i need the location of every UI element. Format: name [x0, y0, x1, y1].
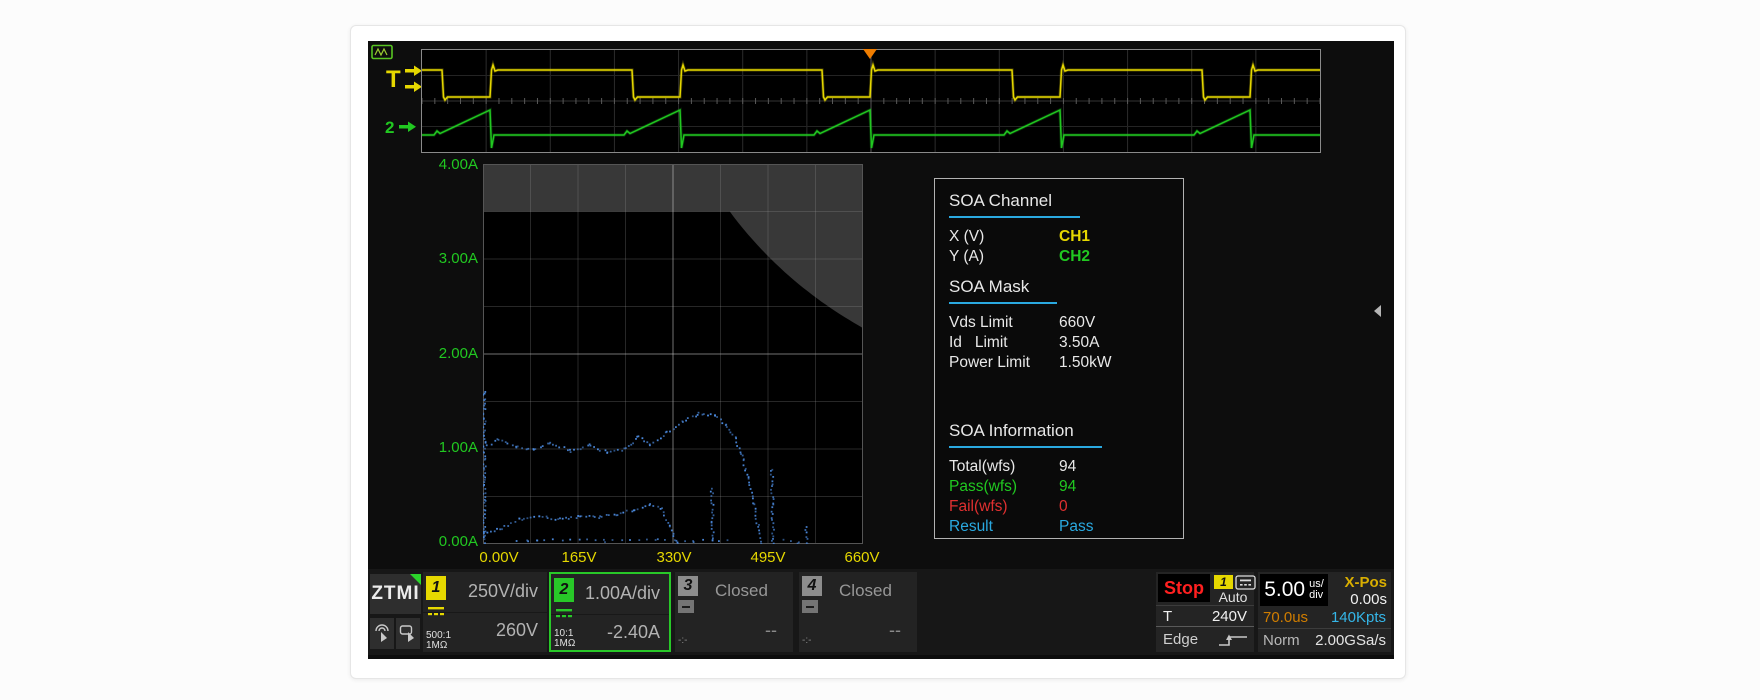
soa-row-pass: Pass(wfs)94	[949, 477, 1169, 497]
channel-4-state: Closed	[823, 581, 908, 601]
channel-3-probe: -:-	[678, 636, 687, 646]
soa-row-id-limit: Id Limit3.50A	[949, 333, 1169, 353]
soa-x-tick-0v: 0.00V	[479, 549, 518, 566]
xpos-label: X-Pos	[1344, 574, 1387, 591]
soa-row-fail: Fail(wfs)0	[949, 497, 1169, 517]
side-panel-expand-icon[interactable]	[1374, 305, 1381, 317]
channel-1-probe: 500:11MΩ	[426, 631, 451, 651]
logo-corner-badge	[410, 574, 421, 585]
sample-rate: 2.00GSa/s	[1315, 630, 1386, 651]
channel-1-status[interactable]: 1 250V/div 260V 500:11MΩ	[423, 572, 547, 652]
channel-3-status[interactable]: 3 Closed -- -:-	[675, 572, 793, 652]
oscilloscope-screen: T 2 4.00A 3.00A 2.00A 1.00A 0.00A 0.00V …	[368, 41, 1394, 659]
screenshot-card: T 2 4.00A 3.00A 2.00A 1.00A 0.00A 0.00V …	[350, 25, 1406, 679]
soa-information-section: SOA Information Total(wfs)94 Pass(wfs)94…	[949, 421, 1169, 537]
trigger-type-row: Edge	[1156, 629, 1254, 651]
channel-2-badge: 2	[554, 578, 574, 602]
soa-row-result: ResultPass	[949, 517, 1169, 537]
channel-4-probe: -:-	[802, 636, 811, 646]
soa-y-tick-4a: 4.00A	[406, 156, 478, 173]
soa-row-vds-limit: Vds Limit660V	[949, 313, 1169, 333]
waveform-preview-plot	[422, 50, 1320, 152]
rising-edge-icon	[1217, 632, 1249, 648]
touch-mode-button[interactable]	[370, 618, 394, 649]
channel-4-offset: --	[823, 620, 901, 641]
trigger-level-indicator[interactable]: T	[385, 63, 425, 97]
trigger-label: T	[386, 66, 401, 93]
soa-x-tick-660v: 660V	[844, 549, 879, 566]
channel-2-offset: -2.40A	[575, 622, 660, 643]
channel-3-minus-icon	[678, 600, 694, 613]
scope-mode-icon[interactable]	[371, 44, 397, 62]
trigger-level-value: 240V	[1212, 606, 1247, 627]
timebase-status-block[interactable]: 5.00 us/div X-Pos 0.00s 70.0us 140Kpts No…	[1258, 572, 1391, 652]
touch-icon	[373, 623, 391, 644]
channel-2-coupling-icon	[554, 605, 574, 621]
soa-info-panel: SOA Channel X (V)CH1 Y (A)CH2 SOA Mask V…	[934, 178, 1184, 539]
soa-mask-section: SOA Mask Vds Limit660V Id Limit3.50A Pow…	[949, 277, 1169, 373]
soa-channel-section: SOA Channel X (V)CH1 Y (A)CH2	[949, 191, 1169, 267]
acquisition-row: Norm 2.00GSa/s	[1258, 630, 1391, 652]
channel-2-status-selected[interactable]: 2 1.00A/div -2.40A 10:11MΩ	[549, 572, 671, 652]
soa-y-tick-1a: 1.00A	[406, 439, 478, 456]
soa-xy-plot	[483, 164, 863, 544]
channel-4-badge: 4	[802, 576, 822, 596]
channel-4-minus-icon	[802, 600, 818, 613]
channel-1-scale: 250V/div	[447, 581, 538, 602]
capture-window: 70.0us	[1263, 607, 1308, 628]
channel-4-status[interactable]: 4 Closed -- -:-	[799, 572, 917, 652]
channel-3-state: Closed	[699, 581, 784, 601]
trigger-level-row: T 240V	[1156, 605, 1254, 627]
timebase-scale-tile[interactable]: 5.00 us/div	[1260, 574, 1328, 606]
trigger-level-label: T	[1163, 606, 1172, 627]
soa-x-tick-165v: 165V	[561, 549, 596, 566]
brand-logo-text: ZTMI	[371, 583, 419, 604]
channel-2-label: 2	[385, 118, 394, 137]
soa-mask-title: SOA Mask	[949, 277, 1057, 304]
channel-2-position-indicator[interactable]: 2	[385, 117, 421, 137]
soa-y-tick-0a: 0.00A	[406, 533, 478, 550]
trigger-position-marker[interactable]	[863, 49, 877, 59]
acquisition-status[interactable]: Stop	[1158, 574, 1210, 602]
soa-channel-title: SOA Channel	[949, 191, 1080, 218]
soa-x-tick-495v: 495V	[750, 549, 785, 566]
soa-row-total: Total(wfs)94	[949, 457, 1169, 477]
channel-2-scale: 1.00A/div	[575, 583, 660, 604]
channel-2-probe: 10:11MΩ	[554, 629, 575, 649]
soa-x-tick-330v: 330V	[656, 549, 691, 566]
soa-row-x-channel: X (V)CH1	[949, 227, 1169, 247]
xpos-value: 0.00s	[1344, 591, 1387, 608]
trigger-type: Edge	[1163, 629, 1198, 651]
channel-1-badge: 1	[426, 576, 446, 600]
soa-row-y-channel: Y (A)CH2	[949, 247, 1169, 267]
timebase-unit: us/div	[1309, 579, 1324, 601]
record-length: 140Kpts	[1331, 607, 1386, 628]
channel-1-offset: 260V	[447, 620, 538, 641]
timebase-scale: 5.00	[1264, 578, 1305, 601]
horizontal-position: X-Pos 0.00s	[1344, 574, 1387, 608]
gesture-mode-button[interactable]	[396, 618, 420, 649]
brand-logo[interactable]: ZTMI	[370, 574, 421, 614]
soa-information-title: SOA Information	[949, 421, 1102, 448]
capture-row: 70.0us 140Kpts	[1258, 607, 1391, 629]
acquisition-mode: Norm	[1263, 630, 1300, 651]
channel-1-coupling-icon	[426, 603, 446, 619]
trigger-status-block[interactable]: Stop 1 Auto T 240V Edge	[1156, 572, 1254, 652]
bottom-status-bar: ZTMI 1 2	[368, 569, 1394, 655]
soa-y-tick-2a: 2.00A	[406, 345, 478, 362]
gesture-icon	[399, 623, 417, 644]
soa-row-power-limit: Power Limit1.50kW	[949, 353, 1169, 373]
trigger-source-badge: 1	[1214, 575, 1233, 589]
trigger-mode: Auto	[1211, 589, 1255, 605]
trigger-coupling-icon	[1235, 575, 1256, 590]
soa-y-tick-3a: 3.00A	[406, 250, 478, 267]
channel-3-badge: 3	[678, 576, 698, 596]
waveform-preview-area[interactable]	[421, 49, 1321, 153]
channel-3-offset: --	[699, 620, 777, 641]
soa-plot-canvas	[483, 164, 863, 544]
